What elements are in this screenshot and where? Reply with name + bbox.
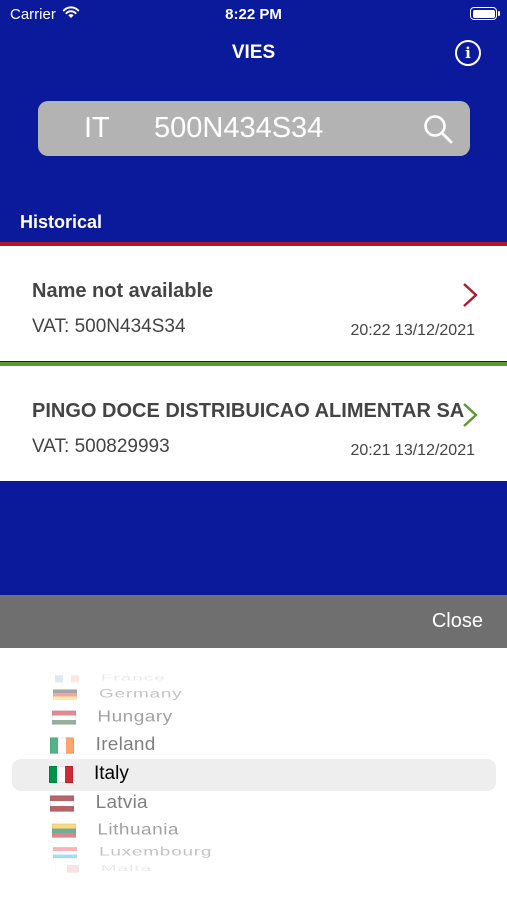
flag-icon bbox=[51, 710, 76, 725]
picker-option-label: Italy bbox=[94, 763, 129, 784]
clock: 8:22 PM bbox=[225, 6, 282, 23]
status-bar: Carrier 8:22 PM bbox=[0, 0, 507, 30]
close-button[interactable]: Close bbox=[432, 610, 483, 633]
flag-icon bbox=[54, 675, 79, 683]
flag-icon bbox=[50, 795, 75, 812]
flag-icon bbox=[50, 737, 75, 754]
picker-option[interactable]: Luxembourg bbox=[0, 845, 507, 861]
company-name: Name not available bbox=[32, 280, 214, 302]
picker-option[interactable]: France bbox=[0, 674, 507, 684]
picker-option-label: Germany bbox=[99, 687, 183, 701]
picker-option[interactable]: Malta bbox=[0, 864, 507, 875]
picker-option[interactable]: Hungary bbox=[0, 708, 507, 728]
vat-number: VAT: 500829993 bbox=[32, 436, 170, 457]
info-icon[interactable]: i bbox=[455, 40, 481, 66]
flag-icon bbox=[54, 864, 79, 873]
company-name: PINGO DOCE DISTRIBUICAO ALIMENTAR SA bbox=[32, 400, 465, 422]
flag-icon bbox=[49, 766, 73, 783]
vat-number: VAT: 500N434S34 bbox=[32, 316, 186, 337]
picker-option-label: Latvia bbox=[95, 792, 148, 813]
search-icon[interactable] bbox=[422, 113, 454, 145]
vat-search-bar: IT bbox=[38, 101, 470, 156]
chevron-right-icon bbox=[463, 403, 478, 427]
picker-option-label: Luxembourg bbox=[99, 845, 213, 859]
picker-option-label: Hungary bbox=[97, 708, 173, 726]
picker-option-label: Malta bbox=[100, 863, 153, 874]
country-code-selector[interactable]: IT bbox=[84, 112, 110, 145]
battery-icon bbox=[470, 7, 500, 20]
timestamp: 20:21 13/12/2021 bbox=[350, 442, 475, 459]
picker-option[interactable]: Germany bbox=[0, 688, 507, 703]
picker-option-label: France bbox=[100, 673, 166, 683]
chevron-right-icon bbox=[463, 283, 478, 307]
history-item[interactable]: PINGO DOCE DISTRIBUICAO ALIMENTAR SA VAT… bbox=[0, 362, 507, 481]
picker-option[interactable]: Latvia bbox=[0, 793, 507, 816]
picker-option-label: Lithuania bbox=[97, 821, 179, 839]
flag-icon bbox=[53, 847, 78, 859]
flag-icon bbox=[51, 823, 76, 838]
picker-option-selected[interactable]: Italy bbox=[0, 763, 507, 787]
picker-option-label: Ireland bbox=[95, 734, 156, 755]
picker-option[interactable]: Ireland bbox=[0, 735, 507, 758]
picker-toolbar: Close bbox=[0, 595, 507, 648]
historical-section-label: Historical bbox=[20, 212, 103, 232]
flag-icon bbox=[53, 689, 78, 700]
vat-number-input[interactable] bbox=[154, 112, 414, 145]
history-item[interactable]: Name not available VAT: 500N434S34 20:22… bbox=[0, 242, 507, 361]
picker-option[interactable]: Lithuania bbox=[0, 821, 507, 841]
page-title: VIES bbox=[231, 42, 276, 63]
timestamp: 20:22 13/12/2021 bbox=[350, 322, 475, 339]
country-picker[interactable]: France Germany Hungary Ireland Italy Latvia Li… bbox=[0, 648, 507, 900]
